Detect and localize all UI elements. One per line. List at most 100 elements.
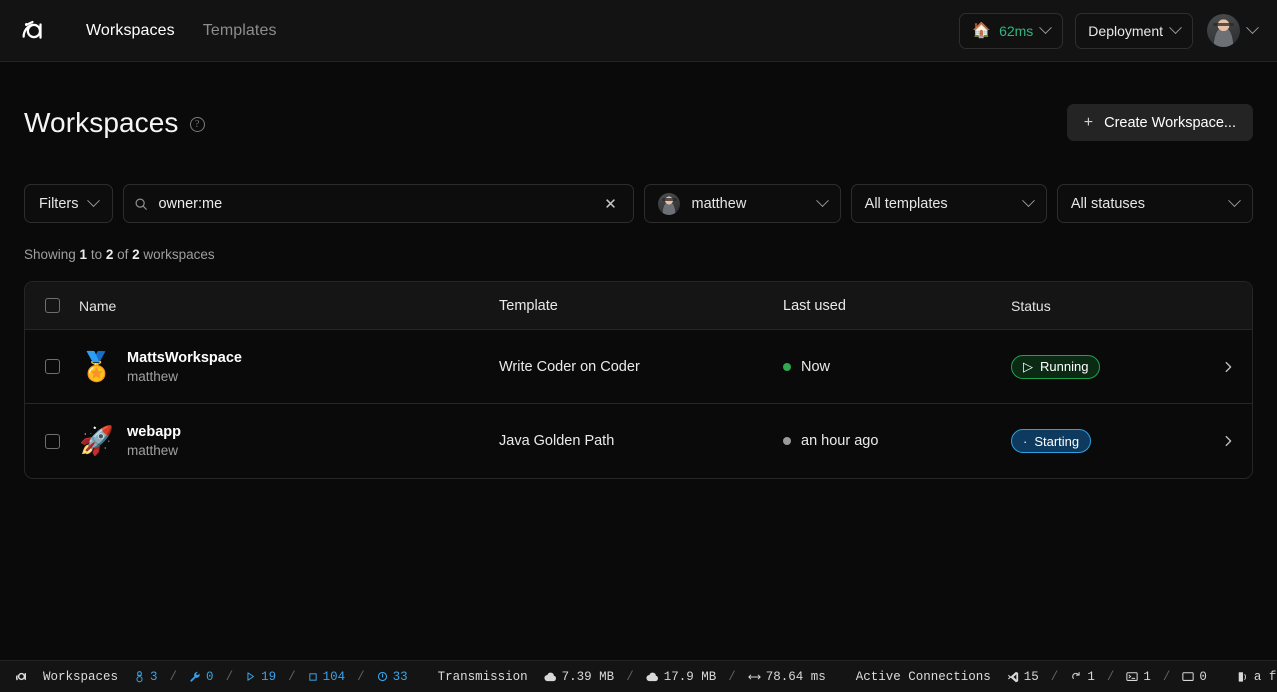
workspace-status-cell: ▷ Running [1011, 355, 1204, 379]
create-workspace-label: Create Workspace... [1104, 115, 1236, 131]
workspace-name: webapp [127, 424, 181, 440]
statusbar-download-value: 17.9 MB [664, 670, 717, 684]
statusbar-vscode-value: 15 [1024, 670, 1039, 684]
row-chevron-right-icon[interactable] [1204, 434, 1252, 448]
status-filter-select[interactable]: All statuses [1057, 184, 1253, 223]
search-input[interactable]: owner:me ✕ [123, 184, 634, 223]
statusbar-metric-users: 3 [134, 670, 158, 684]
search-value: owner:me [158, 196, 599, 212]
statusbar-updated-group[interactable]: a few seconds ago [1237, 670, 1277, 684]
status-bar: Workspaces 3 / 0 / [0, 660, 1277, 692]
statusbar-apps-value: 0 [1199, 670, 1207, 684]
chevron-down-icon [1246, 21, 1259, 34]
chevron-down-icon [88, 194, 101, 207]
chevron-down-icon [816, 194, 829, 207]
statusbar-workspaces-label: Workspaces [43, 670, 118, 684]
statusbar-metric-upload: 7.39 MB [544, 670, 615, 684]
alert-icon [377, 671, 388, 682]
workspace-owner: matthew [127, 443, 181, 458]
nav-link-templates[interactable]: Templates [189, 0, 291, 62]
create-workspace-button[interactable]: + Create Workspace... [1067, 104, 1253, 141]
top-navigation-bar: Workspaces Templates 🏠 62ms Deployment [0, 0, 1277, 62]
workspace-last-used: Now [783, 359, 1011, 375]
avatar [658, 193, 680, 215]
app-icon [1182, 671, 1194, 682]
showing-mid1: to [87, 247, 106, 262]
column-header-status: Status [1011, 298, 1204, 314]
column-header-template: Template [499, 298, 783, 314]
status-badge: · Starting [1011, 429, 1091, 453]
statusbar-terminal-value: 1 [1143, 670, 1151, 684]
workspace-name-cell: 🏅 MattsWorkspace matthew [79, 350, 499, 384]
status-badge: ▷ Running [1011, 355, 1100, 379]
workspace-last-used: an hour ago [783, 433, 1011, 449]
latency-indicator-button[interactable]: 🏠 62ms [959, 13, 1063, 49]
statusbar-metric-running: 19 [245, 670, 276, 684]
row-chevron-right-icon[interactable] [1204, 360, 1252, 374]
statusbar-logo-icon[interactable] [0, 669, 43, 684]
workspace-owner: matthew [127, 369, 242, 384]
last-used-text: Now [801, 359, 830, 375]
statusbar-separator: / [1107, 670, 1115, 684]
showing-suffix: workspaces [140, 247, 215, 262]
statusbar-transmission-label: Transmission [438, 670, 528, 684]
owner-filter-value: matthew [691, 196, 746, 212]
filters-dropdown-button[interactable]: Filters [24, 184, 113, 223]
workspace-template: Java Golden Path [499, 433, 783, 449]
statusbar-failed-value: 33 [393, 670, 408, 684]
row-checkbox[interactable] [45, 434, 60, 449]
column-header-last-used: Last used [783, 298, 1011, 314]
terminal-icon [1126, 671, 1138, 682]
filters-label: Filters [39, 196, 78, 212]
statusbar-metric-updated: a few seconds ago [1237, 670, 1277, 684]
medal-icon: 🏅 [79, 353, 113, 381]
owner-filter-select[interactable]: matthew [644, 184, 840, 223]
statusbar-separator: / [1051, 670, 1059, 684]
play-icon [245, 671, 256, 682]
stop-icon [308, 672, 318, 682]
cloud-down-icon [646, 671, 659, 683]
chevron-down-icon [1228, 194, 1241, 207]
statusbar-transmission-group[interactable]: Transmission 7.39 MB / 17.9 MB / [438, 670, 826, 684]
showing-total: 2 [132, 247, 140, 262]
statusbar-upload-value: 7.39 MB [562, 670, 615, 684]
table-row[interactable]: 🚀 webapp matthew Java Golden Path an hou… [25, 404, 1252, 478]
status-badge-label: Starting [1034, 434, 1079, 449]
latency-icon [748, 672, 761, 682]
deployment-menu-button[interactable]: Deployment [1075, 13, 1193, 49]
user-menu-button[interactable] [1207, 14, 1257, 47]
template-filter-select[interactable]: All templates [851, 184, 1047, 223]
showing-from: 1 [80, 247, 88, 262]
status-badge-label: Running [1040, 359, 1088, 374]
template-filter-value: All templates [865, 196, 948, 212]
statusbar-builds-value: 0 [206, 670, 214, 684]
workspace-name: MattsWorkspace [127, 350, 242, 366]
statusbar-separator: / [357, 670, 365, 684]
statusbar-metric-vscode: 15 [1007, 670, 1039, 684]
statusbar-running-value: 19 [261, 670, 276, 684]
wrench-icon [189, 671, 201, 683]
statusbar-separator: / [288, 670, 296, 684]
statusbar-metric-ssh: 1 [1070, 670, 1095, 684]
workspace-status-cell: · Starting [1011, 429, 1204, 453]
row-select-cell [25, 434, 79, 449]
statusbar-separator: / [626, 670, 634, 684]
statusbar-latency-value: 78.64 ms [766, 670, 826, 684]
select-all-checkbox[interactable] [45, 298, 60, 313]
statusbar-connections-group[interactable]: Active Connections 15 / 1 / [856, 670, 1207, 684]
rocket-icon: 🚀 [79, 427, 113, 455]
coder-logo-icon[interactable] [16, 14, 50, 48]
statusbar-metric-stopped: 104 [308, 670, 346, 684]
clear-search-icon[interactable]: ✕ [599, 193, 621, 215]
table-row[interactable]: 🏅 MattsWorkspace matthew Write Coder on … [25, 330, 1252, 404]
workspace-template: Write Coder on Coder [499, 359, 783, 375]
page-title: Workspaces [24, 107, 179, 139]
statusbar-metric-download: 17.9 MB [646, 670, 717, 684]
nav-link-workspaces[interactable]: Workspaces [72, 0, 189, 62]
row-checkbox[interactable] [45, 359, 60, 374]
statusbar-workspaces-group[interactable]: Workspaces 3 / 0 / [43, 670, 408, 684]
help-circle-icon[interactable]: ? [190, 117, 205, 132]
column-header-name: Name [79, 298, 499, 314]
plus-icon: + [1084, 115, 1093, 131]
search-icon [124, 197, 158, 211]
